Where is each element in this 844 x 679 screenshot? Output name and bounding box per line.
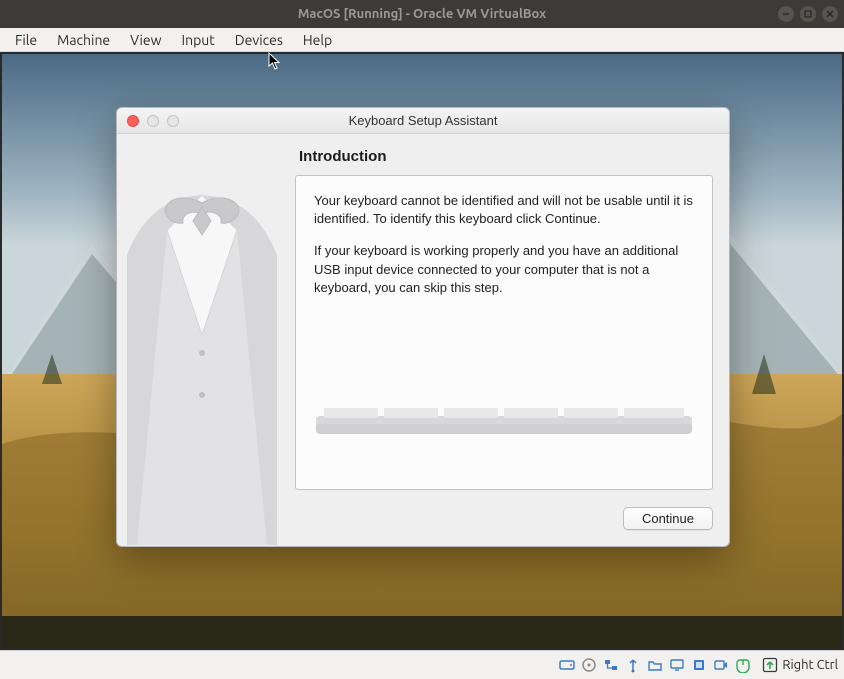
recording-icon[interactable]: [712, 656, 730, 674]
usb-icon[interactable]: [624, 656, 642, 674]
virtualbox-statusbar: Right Ctrl: [0, 650, 844, 679]
minimize-button[interactable]: [778, 6, 794, 22]
menu-file[interactable]: File: [6, 30, 46, 50]
assistant-sidebar-graphic: [117, 134, 287, 546]
hard-disk-icon[interactable]: [558, 656, 576, 674]
virtualbox-titlebar: MacOS [Running] - Oracle VM VirtualBox: [0, 0, 844, 28]
audio-icon[interactable]: [690, 656, 708, 674]
assistant-paragraph-2: If your keyboard is working properly and…: [314, 242, 694, 297]
menu-machine[interactable]: Machine: [48, 30, 119, 50]
assistant-heading: Introduction: [299, 148, 713, 165]
menu-input[interactable]: Input: [173, 30, 224, 50]
close-button[interactable]: [822, 6, 838, 22]
display-icon[interactable]: [668, 656, 686, 674]
hostkey-label: Right Ctrl: [782, 658, 838, 672]
window-controls: [778, 6, 838, 22]
guest-display: Keyboard Setup Assistant: [0, 52, 844, 650]
assistant-titlebar[interactable]: Keyboard Setup Assistant: [117, 108, 729, 134]
menu-devices[interactable]: Devices: [226, 30, 292, 50]
macos-desktop[interactable]: Keyboard Setup Assistant: [2, 54, 842, 648]
network-icon[interactable]: [602, 656, 620, 674]
virtualbox-menubar: File Machine View Input Devices Help: [0, 28, 844, 52]
tuxedo-icon: [117, 134, 287, 546]
minimize-icon[interactable]: [147, 115, 159, 127]
assistant-footer: Continue: [295, 490, 713, 534]
mouse-integration-icon[interactable]: [734, 656, 752, 674]
assistant-content-pane: Your keyboard cannot be identified and w…: [295, 175, 713, 490]
shared-folder-icon[interactable]: [646, 656, 664, 674]
menu-view[interactable]: View: [121, 30, 170, 50]
hostkey-arrow-icon: [762, 657, 778, 673]
assistant-paragraph-1: Your keyboard cannot be identified and w…: [314, 192, 694, 228]
close-icon[interactable]: [127, 115, 139, 127]
assistant-main: Introduction Your keyboard cannot be ide…: [287, 134, 729, 546]
keyboard-icon: [314, 394, 694, 444]
zoom-icon[interactable]: [167, 115, 179, 127]
host-key-indicator[interactable]: Right Ctrl: [762, 657, 838, 673]
optical-disk-icon[interactable]: [580, 656, 598, 674]
maximize-button[interactable]: [800, 6, 816, 22]
assistant-window-title: Keyboard Setup Assistant: [117, 113, 729, 128]
keyboard-setup-assistant-window: Keyboard Setup Assistant: [116, 107, 730, 547]
continue-button[interactable]: Continue: [623, 507, 713, 530]
assistant-body: Introduction Your keyboard cannot be ide…: [117, 134, 729, 546]
virtualbox-title: MacOS [Running] - Oracle VM VirtualBox: [298, 7, 546, 21]
menu-help[interactable]: Help: [294, 30, 341, 50]
traffic-lights: [127, 115, 179, 127]
